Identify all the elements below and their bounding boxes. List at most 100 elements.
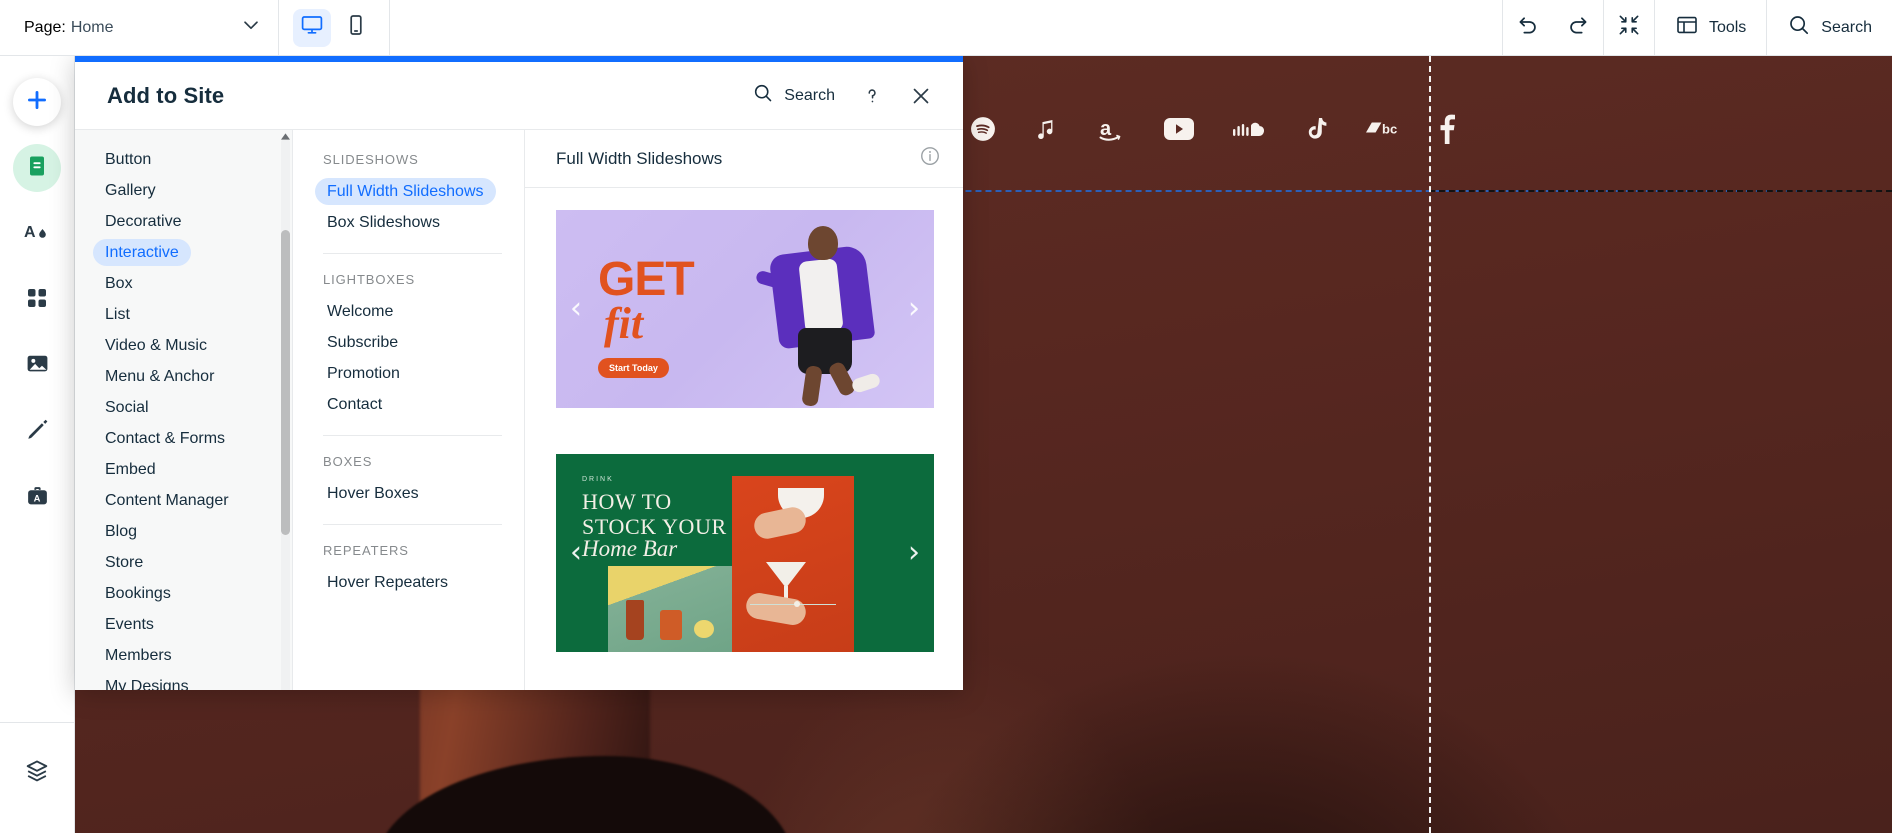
card-kicker: DRINK bbox=[582, 476, 614, 483]
bandcamp-icon[interactable]: bc bbox=[1366, 118, 1400, 140]
panel-help-button[interactable] bbox=[861, 85, 883, 107]
sidebar-item-business-tools[interactable]: A bbox=[13, 474, 61, 522]
subitem-welcome[interactable]: Welcome bbox=[315, 296, 502, 327]
sidebar-item-layers[interactable] bbox=[13, 749, 61, 797]
card-next-arrow[interactable]: › bbox=[908, 294, 920, 324]
category-item-interactive[interactable]: Interactive bbox=[75, 237, 292, 268]
category-item-events[interactable]: Events bbox=[75, 609, 292, 640]
soundcloud-icon[interactable] bbox=[1232, 119, 1266, 139]
spotify-icon[interactable] bbox=[970, 116, 996, 142]
close-icon bbox=[913, 88, 929, 103]
desktop-view-button[interactable] bbox=[293, 8, 331, 47]
zoom-out-button[interactable] bbox=[1604, 0, 1654, 56]
sidebar-item-site-design[interactable]: A bbox=[13, 210, 61, 258]
card-prev-arrow[interactable]: ‹ bbox=[570, 538, 582, 568]
category-label: Store bbox=[105, 553, 144, 571]
card-next-arrow[interactable]: › bbox=[908, 538, 920, 568]
category-label: Content Manager bbox=[105, 491, 229, 509]
toolbar-divider-2 bbox=[389, 0, 390, 56]
toolbar-search-button[interactable]: Search bbox=[1767, 0, 1892, 56]
sidebar-item-blank-section[interactable] bbox=[13, 408, 61, 456]
plus-icon bbox=[24, 87, 50, 118]
redo-icon bbox=[1565, 12, 1591, 43]
panel-body: Button Gallery Decorative Interactive Bo… bbox=[75, 130, 963, 690]
image-icon bbox=[25, 351, 50, 381]
undo-button[interactable] bbox=[1503, 0, 1553, 56]
panel-search-button[interactable]: Search bbox=[752, 82, 835, 109]
slideshow-card-get-fit[interactable]: GET fit Start Today ‹ › bbox=[556, 210, 934, 408]
category-item-gallery[interactable]: Gallery bbox=[75, 175, 292, 206]
slideshow-card-home-bar[interactable]: DRINK HOW TO STOCK YOUR Home Bar ‹ › bbox=[556, 454, 934, 652]
page-value-label: Home bbox=[70, 18, 114, 36]
content-title: Full Width Slideshows bbox=[556, 148, 723, 168]
category-item-video-music[interactable]: Video & Music bbox=[75, 330, 292, 361]
layers-icon bbox=[24, 758, 50, 789]
sidebar-item-apps[interactable] bbox=[13, 276, 61, 324]
category-item-social[interactable]: Social bbox=[75, 392, 292, 423]
subitem-hover-boxes[interactable]: Hover Boxes bbox=[315, 478, 502, 509]
subitem-subscribe[interactable]: Subscribe bbox=[315, 327, 502, 358]
category-item-menu-anchor[interactable]: Menu & Anchor bbox=[75, 361, 292, 392]
youtube-icon[interactable] bbox=[1164, 118, 1194, 140]
category-item-button[interactable]: Button bbox=[75, 144, 292, 175]
category-item-bookings[interactable]: Bookings bbox=[75, 578, 292, 609]
subitem-hover-repeaters[interactable]: Hover Repeaters bbox=[315, 567, 502, 598]
category-item-embed[interactable]: Embed bbox=[75, 454, 292, 485]
category-item-content-manager[interactable]: Content Manager bbox=[75, 485, 292, 516]
subitem-contact[interactable]: Contact bbox=[315, 389, 502, 420]
category-scrollbar-thumb[interactable] bbox=[281, 230, 290, 535]
svg-text:A: A bbox=[33, 493, 40, 503]
card-cta-button[interactable]: Start Today bbox=[598, 358, 669, 378]
tools-label: Tools bbox=[1708, 18, 1747, 36]
subitem-full-width-slideshows[interactable]: Full Width Slideshows bbox=[315, 176, 502, 207]
subgroup-divider-1 bbox=[323, 253, 502, 254]
category-item-members[interactable]: Members bbox=[75, 640, 292, 671]
category-item-box[interactable]: Box bbox=[75, 268, 292, 299]
text-droplet-icon: A bbox=[24, 219, 50, 250]
subgroup-heading: REPEATERS bbox=[323, 543, 409, 558]
facebook-icon[interactable] bbox=[1438, 114, 1456, 144]
category-label: Bookings bbox=[105, 584, 171, 602]
category-label: Video & Music bbox=[105, 336, 207, 354]
category-item-store[interactable]: Store bbox=[75, 547, 292, 578]
category-item-decorative[interactable]: Decorative bbox=[75, 206, 292, 237]
page-selector[interactable]: Page: Home bbox=[0, 0, 278, 56]
slideshow-card-list: GET fit Start Today ‹ › DRINK HOW TO STO… bbox=[525, 188, 963, 690]
redo-button[interactable] bbox=[1553, 0, 1603, 56]
card-progress-line bbox=[750, 604, 836, 605]
category-label: My Designs bbox=[105, 677, 189, 691]
canvas-guide-horizontal-dark bbox=[1429, 190, 1892, 192]
search-icon bbox=[752, 82, 774, 109]
svg-text:bc: bc bbox=[1382, 122, 1397, 137]
scroll-up-arrow-icon[interactable] bbox=[280, 130, 291, 142]
tools-button[interactable]: Tools bbox=[1655, 0, 1766, 56]
subitem-box-slideshows[interactable]: Box Slideshows bbox=[315, 207, 502, 238]
subgroup-boxes: BOXES Hover Boxes bbox=[293, 454, 524, 509]
sidebar-item-media[interactable] bbox=[13, 342, 61, 390]
category-label: Embed bbox=[105, 460, 156, 478]
tiktok-icon[interactable] bbox=[1304, 116, 1328, 142]
category-item-contact-forms[interactable]: Contact & Forms bbox=[75, 423, 292, 454]
category-label: Gallery bbox=[105, 181, 156, 199]
add-to-site-panel: Add to Site Search Button Gallery Decora… bbox=[75, 56, 963, 690]
subitem-label: Box Slideshows bbox=[327, 213, 440, 231]
subitem-promotion[interactable]: Promotion bbox=[315, 358, 502, 389]
info-icon[interactable] bbox=[919, 145, 941, 172]
grid-apps-icon bbox=[25, 286, 49, 315]
card-line1-text: HOW TO bbox=[582, 489, 672, 514]
social-icons-row[interactable]: a bc bbox=[970, 114, 1456, 144]
category-item-list[interactable]: List bbox=[75, 299, 292, 330]
mobile-view-button[interactable] bbox=[337, 9, 375, 47]
subitem-label: Subscribe bbox=[327, 333, 399, 351]
sidebar-item-pages[interactable] bbox=[13, 144, 61, 192]
apple-music-icon[interactable] bbox=[1034, 116, 1060, 143]
panel-close-button[interactable] bbox=[909, 84, 933, 108]
category-item-my-designs[interactable]: My Designs bbox=[75, 671, 292, 691]
category-item-blog[interactable]: Blog bbox=[75, 516, 292, 547]
add-elements-button[interactable] bbox=[13, 78, 61, 126]
history-group bbox=[1503, 0, 1603, 56]
amazon-icon[interactable]: a bbox=[1098, 116, 1126, 142]
subitem-label: Full Width Slideshows bbox=[315, 178, 496, 205]
subitem-label: Hover Boxes bbox=[327, 484, 419, 502]
card-prev-arrow[interactable]: ‹ bbox=[570, 294, 582, 324]
